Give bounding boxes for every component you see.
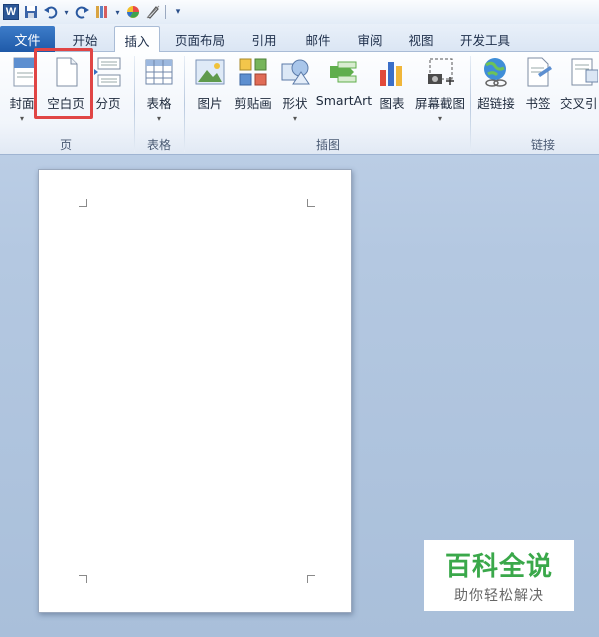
- customize-qat-icon[interactable]: ▾: [170, 4, 186, 20]
- cross-reference-label: 交叉引: [560, 96, 598, 111]
- chart-icon: [376, 56, 408, 88]
- margin-corner-bottom-right: [307, 575, 315, 583]
- smartart-label: SmartArt: [315, 93, 373, 108]
- tab-review[interactable]: 审阅: [346, 26, 394, 52]
- cover-page-label: 封面: [9, 96, 35, 111]
- bookmark-label: 书签: [525, 96, 551, 111]
- hyperlink-button[interactable]: 超链接: [477, 56, 515, 112]
- clipart-icon: [237, 56, 269, 88]
- tab-page-layout[interactable]: 页面布局: [167, 26, 233, 52]
- document-page[interactable]: [38, 169, 352, 613]
- margin-corner-top-left: [79, 199, 87, 207]
- bookmark-icon: [522, 56, 554, 88]
- watermark-title: 百科全说: [444, 552, 553, 582]
- tab-view[interactable]: 视图: [397, 26, 445, 52]
- clipart-label: 剪贴画: [234, 96, 272, 111]
- shapes-dropdown-icon: ▾: [292, 114, 297, 123]
- tab-developer[interactable]: 开发工具: [452, 26, 518, 52]
- undo-dropdown-icon[interactable]: ▾: [63, 4, 70, 20]
- save-icon[interactable]: [23, 4, 39, 20]
- format-painter-icon[interactable]: [94, 4, 110, 20]
- group-separator: [134, 56, 135, 152]
- bookmark-button[interactable]: 书签: [524, 56, 552, 112]
- chart-button[interactable]: 图表: [376, 56, 408, 112]
- cross-reference-button[interactable]: 交叉引: [560, 56, 598, 112]
- page-break-label: 分页: [95, 96, 121, 111]
- group-label-pages: 页: [60, 138, 73, 152]
- shapes-icon: [279, 56, 311, 88]
- tab-mailings[interactable]: 邮件: [294, 26, 342, 52]
- redo-icon[interactable]: [74, 4, 90, 20]
- margin-corner-top-right: [307, 199, 315, 207]
- smartart-button[interactable]: SmartArt: [316, 56, 372, 108]
- watermark-subtitle: 助你轻松解决: [454, 588, 544, 604]
- color-icon[interactable]: [125, 4, 141, 20]
- word-app-icon[interactable]: W: [3, 4, 19, 20]
- tab-references[interactable]: 引用: [240, 26, 288, 52]
- page-break-button[interactable]: 分页: [94, 56, 122, 112]
- table-label: 表格: [146, 96, 172, 111]
- screenshot-dropdown-icon: ▾: [437, 114, 442, 123]
- clear-format-icon[interactable]: [145, 4, 161, 20]
- app-icon-letter: W: [5, 6, 17, 18]
- toolbar-separator: [165, 5, 166, 19]
- undo-icon[interactable]: [43, 4, 59, 20]
- screenshot-icon: [424, 56, 456, 88]
- table-icon: [143, 56, 175, 88]
- chart-label: 图表: [379, 96, 405, 111]
- picture-icon: [194, 56, 226, 88]
- hyperlink-icon: [480, 56, 512, 88]
- cross-reference-icon: [568, 56, 598, 88]
- tab-insert[interactable]: 插入: [114, 26, 160, 53]
- group-label-tables: 表格: [147, 138, 172, 152]
- smartart-icon: [328, 56, 360, 88]
- margin-corner-bottom-left: [79, 575, 87, 583]
- table-button[interactable]: 表格 ▾: [142, 56, 176, 123]
- cover-dropdown-icon: ▾: [19, 114, 24, 123]
- table-dropdown-icon: ▾: [156, 114, 161, 123]
- screenshot-button[interactable]: 屏幕截图 ▾: [414, 56, 466, 123]
- hyperlink-label: 超链接: [477, 96, 515, 111]
- group-label-illustrations: 插图: [316, 138, 341, 152]
- shapes-button[interactable]: 形状 ▾: [279, 56, 311, 123]
- picture-button[interactable]: 图片: [194, 56, 226, 112]
- picture-label: 图片: [197, 96, 223, 111]
- highlight-box: [34, 48, 93, 119]
- group-separator: [184, 56, 185, 152]
- quick-access-toolbar: W ▾ ▾ ▾: [0, 0, 599, 24]
- page-break-icon: [92, 56, 124, 88]
- clipart-button[interactable]: 剪贴画: [233, 56, 273, 112]
- screenshot-label: 屏幕截图: [414, 96, 465, 111]
- dropdown-icon[interactable]: ▾: [114, 4, 121, 20]
- group-label-links: 链接: [531, 138, 556, 152]
- shapes-label: 形状: [282, 96, 308, 111]
- group-separator: [470, 56, 471, 152]
- watermark: 百科全说 助你轻松解决: [424, 540, 574, 611]
